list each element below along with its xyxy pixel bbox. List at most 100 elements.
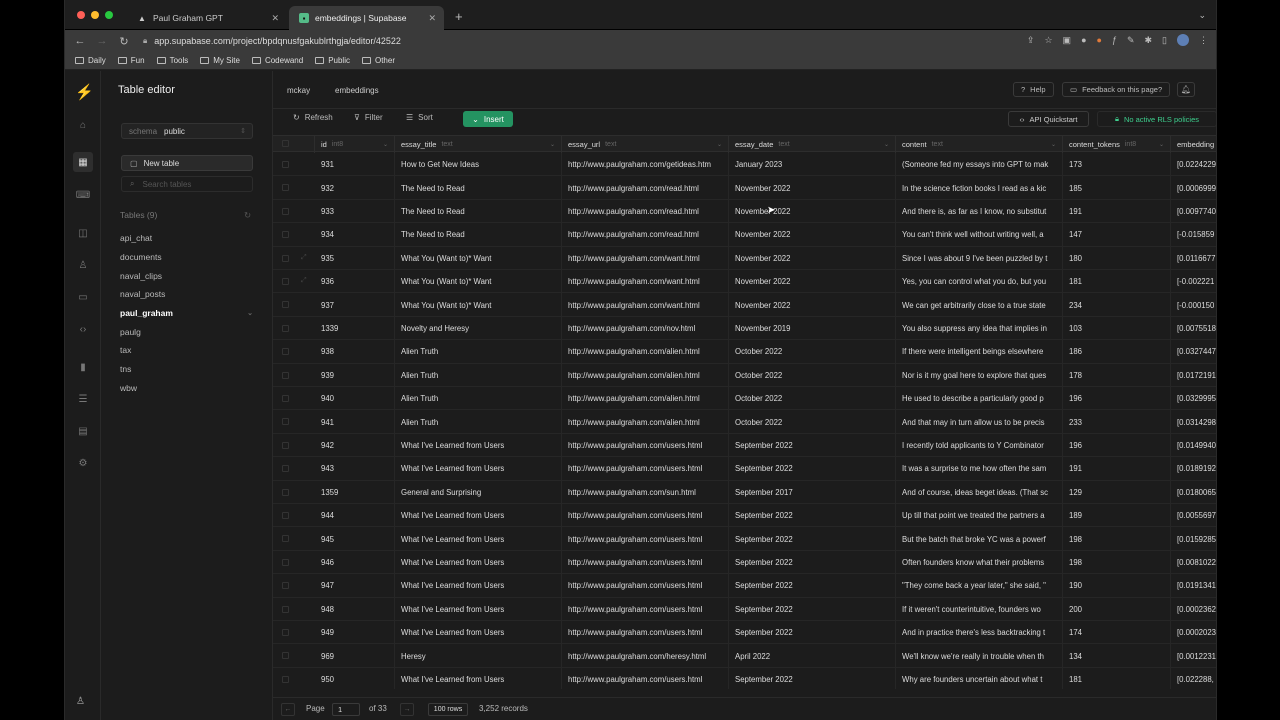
cell-content[interactable]: You also suppress any idea that implies …	[896, 316, 1063, 341]
bookmark-folder[interactable]: Codewand	[251, 56, 303, 65]
sidebar-item-api-chat[interactable]: api_chat	[120, 229, 256, 248]
database-icon[interactable]: ◫	[76, 226, 90, 240]
cell-content-tokens[interactable]: 173	[1063, 153, 1171, 177]
cell-essay-url[interactable]: http://www.paulgraham.com/read.html	[562, 199, 729, 224]
table-row[interactable]: 939 Alien Truth http://www.paulgraham.com/…	[273, 363, 1216, 387]
cell-id[interactable]: 941	[315, 410, 395, 434]
sidebar-item-documents[interactable]: documents	[120, 248, 256, 267]
cell-embedding[interactable]: [-0.002221	[1171, 270, 1216, 293]
chevron-down-icon[interactable]: ⌄	[550, 141, 555, 148]
cell-embedding[interactable]: [0.0189192	[1171, 457, 1216, 480]
browser-tab-supabase[interactable]: ▪ embeddings | Supabase ✕	[289, 6, 444, 30]
cell-embedding[interactable]: [0.0006999	[1171, 176, 1216, 199]
cell-content-tokens[interactable]: 233	[1063, 410, 1171, 434]
share-icon[interactable]: ⇪	[1027, 35, 1035, 46]
cell-essay-date[interactable]: November 2022	[729, 199, 896, 224]
cell-embedding[interactable]: [0.0159285	[1171, 527, 1216, 550]
row-checkbox[interactable]	[282, 418, 289, 426]
row-checkbox[interactable]	[282, 675, 289, 683]
cell-content-tokens[interactable]: 178	[1063, 363, 1171, 387]
sidebar-item-tax[interactable]: tax	[120, 341, 256, 360]
cell-content-tokens[interactable]: 196	[1063, 433, 1171, 458]
cell-essay-title[interactable]: What I've Learned from Users	[395, 504, 562, 528]
table-row[interactable]: 948 What I've Learned from Users http://ww…	[273, 597, 1216, 621]
cell-content[interactable]: We can get arbitrarily close to a true s…	[896, 293, 1063, 317]
cell-embedding[interactable]: [0.0224229	[1171, 153, 1216, 176]
cell-id[interactable]: 944	[315, 504, 395, 528]
reports-icon[interactable]: ▮	[76, 360, 90, 374]
cell-essay-date[interactable]: November 2022	[729, 246, 896, 270]
cell-essay-title[interactable]: Alien Truth	[395, 363, 562, 387]
cell-essay-url[interactable]: http://www.paulgraham.com/alien.html	[562, 410, 729, 434]
cell-essay-title[interactable]: Alien Truth	[395, 340, 562, 364]
cell-essay-date[interactable]: November 2022	[729, 223, 896, 247]
insert-button[interactable]: ⌄ Insert	[463, 111, 513, 127]
column-header-essay-url[interactable]: essay_url text ⌄	[562, 136, 729, 153]
cell-content[interactable]: "They come back a year later," she said,…	[896, 574, 1063, 598]
cell-content[interactable]: Often founders know what their problems	[896, 550, 1063, 575]
cell-id[interactable]: 1359	[315, 480, 395, 504]
cell-embedding[interactable]: [0.022288,	[1171, 668, 1216, 689]
cell-essay-date[interactable]: September 2022	[729, 574, 896, 598]
cell-essay-date[interactable]: October 2022	[729, 410, 896, 434]
cell-content-tokens[interactable]: 180	[1063, 246, 1171, 270]
cell-essay-title[interactable]: The Need to Read	[395, 223, 562, 247]
cell-id[interactable]: 933	[315, 199, 395, 224]
cell-essay-date[interactable]: November 2022	[729, 270, 896, 294]
cell-essay-url[interactable]: http://www.paulgraham.com/alien.html	[562, 363, 729, 387]
row-checkbox[interactable]	[282, 278, 289, 285]
cell-essay-title[interactable]: What I've Learned from Users	[395, 550, 562, 575]
cell-id[interactable]: 969	[315, 644, 395, 668]
cell-essay-date[interactable]: January 2023	[729, 153, 896, 177]
cell-embedding[interactable]: [0.0075518	[1171, 317, 1216, 340]
cell-content[interactable]: You can't think well without writing wel…	[896, 223, 1063, 247]
cell-content[interactable]: If there were intelligent beings elsewhe…	[896, 340, 1063, 364]
cell-essay-url[interactable]: http://www.paulgraham.com/users.html	[562, 667, 729, 689]
cell-essay-title[interactable]: What I've Learned from Users	[395, 597, 562, 621]
cell-id[interactable]: 932	[315, 176, 395, 200]
table-row[interactable]: 949 What I've Learned from Users http://ww…	[273, 621, 1216, 645]
settings-gear-icon[interactable]: ⚙	[76, 456, 90, 470]
home-icon[interactable]: ⌂	[76, 118, 90, 132]
column-header-essay-title[interactable]: essay_title text ⌄	[395, 136, 562, 153]
table-row[interactable]: 941 Alien Truth http://www.paulgraham.com/…	[273, 410, 1216, 434]
cell-embedding[interactable]: [0.0191341	[1171, 574, 1216, 597]
row-checkbox[interactable]	[282, 629, 289, 636]
cell-essay-title[interactable]: Heresy	[395, 644, 562, 668]
row-checkbox[interactable]	[282, 582, 289, 590]
new-tab-icon[interactable]: +	[455, 9, 463, 24]
help-button[interactable]: ? Help	[1013, 82, 1054, 97]
cell-content[interactable]: Up till that point we treated the partne…	[896, 504, 1063, 528]
cell-id[interactable]: 949	[315, 621, 395, 645]
cell-embedding[interactable]: [0.0097740	[1171, 200, 1216, 223]
cell-content-tokens[interactable]: 196	[1063, 387, 1171, 411]
cell-essay-title[interactable]: What I've Learned from Users	[395, 433, 562, 458]
table-row[interactable]: ⤢ 935 What You (Want to)* Want http://www.p…	[273, 246, 1216, 270]
cell-essay-url[interactable]: http://www.paulgraham.com/users.html	[562, 433, 729, 458]
cell-content-tokens[interactable]: 181	[1063, 270, 1171, 294]
cell-content[interactable]: And of course, ideas beget ideas. (That …	[896, 480, 1063, 504]
table-row[interactable]: 932 The Need to Read http://www.paulgraham…	[273, 176, 1216, 200]
cell-essay-url[interactable]: http://www.paulgraham.com/nov.html	[562, 316, 729, 341]
cell-content-tokens[interactable]: 129	[1063, 480, 1171, 504]
cell-embedding[interactable]: [0.0116677	[1171, 247, 1216, 270]
sql-editor-icon[interactable]: ⌨	[76, 188, 90, 202]
cell-essay-date[interactable]: October 2022	[729, 340, 896, 364]
cell-essay-date[interactable]: April 2022	[729, 644, 896, 668]
table-row[interactable]: 937 What You (Want to)* Want http://www.pa…	[273, 293, 1216, 317]
table-row[interactable]: 931 How to Get New Ideas http://www.paulgr…	[273, 153, 1216, 177]
cell-content-tokens[interactable]: 200	[1063, 597, 1171, 621]
table-row[interactable]: 945 What I've Learned from Users http://ww…	[273, 527, 1216, 551]
row-checkbox[interactable]	[282, 371, 289, 379]
cell-essay-date[interactable]: November 2019	[729, 316, 896, 341]
row-checkbox[interactable]	[282, 301, 289, 309]
cell-essay-url[interactable]: http://www.paulgraham.com/users.html	[562, 457, 729, 481]
sidebar-icon[interactable]: ▯	[1162, 35, 1167, 46]
filter-button[interactable]: ⊽ Filter	[354, 113, 383, 122]
cell-essay-date[interactable]: September 2022	[729, 457, 896, 481]
table-row[interactable]: 947 What I've Learned from Users http://ww…	[273, 574, 1216, 598]
row-checkbox[interactable]	[282, 161, 289, 168]
cell-content[interactable]: Yes, you can control what you do, but yo…	[896, 270, 1063, 294]
supabase-logo-icon[interactable]: ⚡	[75, 83, 94, 101]
select-all-checkbox[interactable]	[282, 140, 289, 147]
